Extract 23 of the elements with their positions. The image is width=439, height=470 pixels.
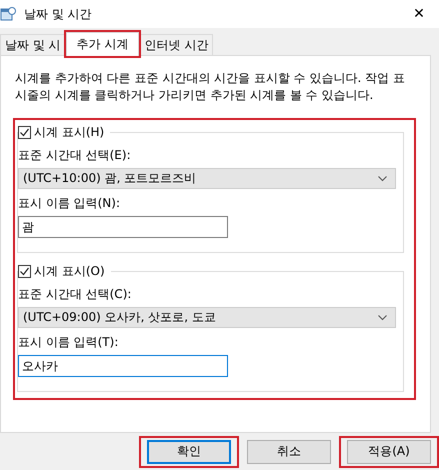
display-name-field[interactable]: 오사카: [18, 355, 228, 377]
chevron-down-icon: [378, 176, 387, 182]
dialog-button[interactable]: 취소: [247, 440, 331, 464]
timezone-dropdown[interactable]: (UTC+10:00) 괌, 포트모르즈비: [18, 168, 396, 189]
window-title: 날짜 및 시간: [24, 6, 93, 22]
show-clock-checkbox[interactable]: 시계 표시(O): [18, 263, 111, 280]
dialog-button[interactable]: 적용(A): [347, 440, 431, 464]
description-text: 시계를 추가하여 다른 표준 시간대의 시간을 표시할 수 있습니다. 작업 표시줄의 시계를 클릭하거나 가리키면 추가된 시계를 볼 수 있습니다.: [15, 70, 406, 104]
display-name-label: 표시 이름 입력(T):: [18, 334, 120, 351]
checkmark-icon: [19, 266, 30, 277]
display-name-label: 표시 이름 입력(N):: [18, 195, 122, 212]
tab[interactable]: 날짜 및 시: [0, 34, 66, 55]
timezone-label: 표준 시간대 선택(E):: [18, 147, 132, 164]
dialog-button[interactable]: 확인: [147, 440, 231, 464]
chevron-down-icon: [378, 314, 387, 320]
show-clock-checkbox[interactable]: 시계 표시(H): [18, 124, 110, 141]
tab[interactable]: 인터넷 시간: [139, 34, 214, 55]
display-name-field[interactable]: 괌: [18, 216, 228, 238]
close-button[interactable]: ✕: [399, 0, 439, 28]
tab[interactable]: 추가 시계: [66, 32, 140, 56]
checkmark-icon: [19, 127, 30, 138]
timezone-dropdown[interactable]: (UTC+09:00) 오사카, 삿포로, 도쿄: [18, 307, 396, 328]
timezone-label: 표준 시간대 선택(C):: [18, 286, 132, 303]
